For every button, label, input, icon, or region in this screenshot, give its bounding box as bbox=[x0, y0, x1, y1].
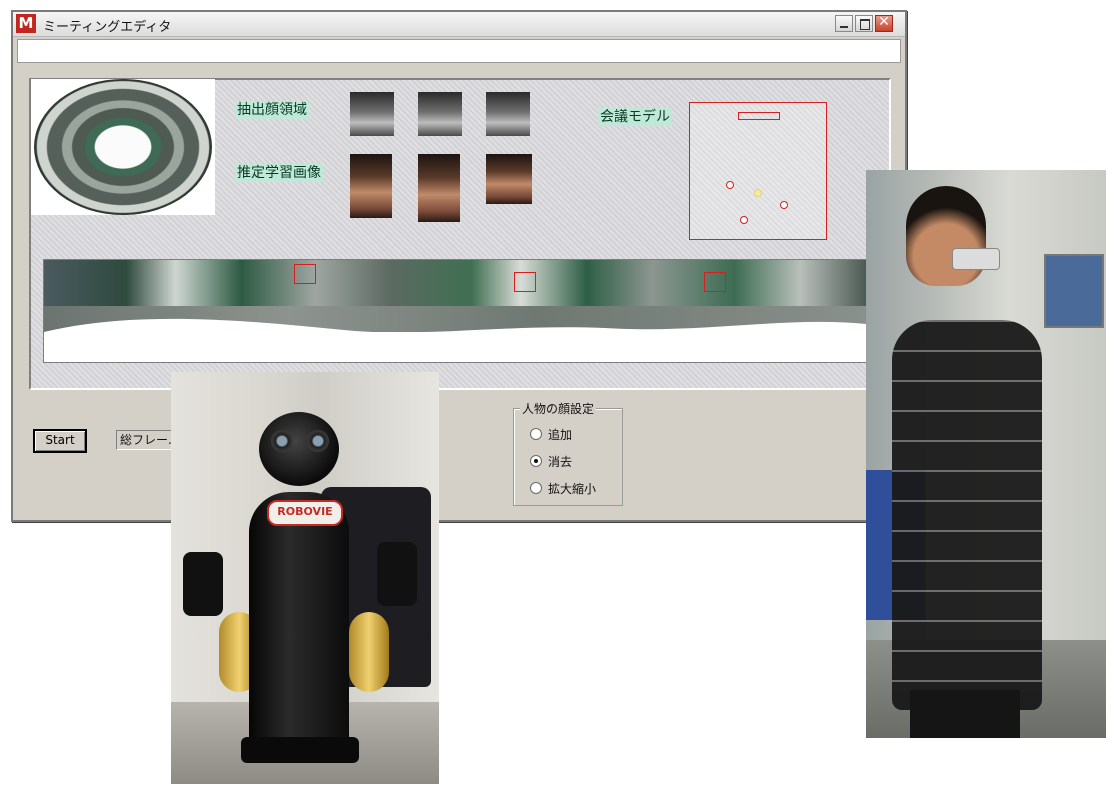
maximize-icon bbox=[860, 19, 870, 30]
radio-delete-circle[interactable] bbox=[530, 455, 542, 467]
training-face-2[interactable] bbox=[418, 154, 460, 222]
robot-badge: ROBOVIE bbox=[267, 500, 343, 526]
robot-eye-left bbox=[271, 430, 293, 452]
radio-delete[interactable]: 消去 bbox=[530, 453, 572, 471]
start-button[interactable]: Start bbox=[33, 429, 87, 453]
robot-eye-right bbox=[307, 430, 329, 452]
extracted-face-3[interactable] bbox=[486, 92, 530, 136]
person-body bbox=[892, 320, 1042, 710]
panorama-edge bbox=[44, 318, 866, 340]
model-person-2[interactable] bbox=[754, 189, 762, 197]
close-button[interactable]: ✕ bbox=[875, 14, 893, 32]
omnidirectional-image bbox=[31, 79, 215, 215]
label-estimated-training: 推定学習画像 bbox=[235, 164, 323, 182]
panorama-face-box-2[interactable] bbox=[514, 272, 536, 292]
close-icon: ✕ bbox=[878, 14, 890, 30]
radio-add[interactable]: 追加 bbox=[530, 426, 572, 444]
label-extracted-face: 抽出顔領域 bbox=[235, 101, 309, 119]
head-mounted-camera bbox=[952, 248, 1000, 270]
panorama-view bbox=[43, 259, 867, 363]
meeting-model-canvas[interactable] bbox=[689, 102, 827, 240]
radio-add-label: 追加 bbox=[548, 428, 573, 442]
panorama-face-box-1[interactable] bbox=[294, 264, 316, 284]
radio-scale[interactable]: 拡大縮小 bbox=[530, 480, 596, 498]
robot-base bbox=[241, 737, 359, 763]
panorama-face-box-3[interactable] bbox=[704, 272, 726, 292]
model-person-4[interactable] bbox=[740, 216, 748, 224]
robot-body bbox=[249, 492, 349, 752]
training-face-1[interactable] bbox=[350, 154, 392, 218]
label-meeting-model: 会議モデル bbox=[598, 108, 672, 126]
model-person-3[interactable] bbox=[780, 201, 788, 209]
minimize-button[interactable] bbox=[835, 15, 853, 32]
face-settings-title: 人物の顔設定 bbox=[520, 400, 597, 417]
bulletin-board bbox=[1044, 254, 1104, 328]
model-person-1[interactable] bbox=[726, 181, 734, 189]
robot-arm-right-yellow bbox=[349, 612, 389, 692]
robot-head bbox=[259, 412, 339, 486]
omni-camera-view bbox=[34, 79, 212, 215]
extracted-face-1[interactable] bbox=[350, 92, 394, 136]
robot-arm-right bbox=[377, 542, 417, 606]
menu-bar bbox=[17, 39, 901, 63]
radio-delete-label: 消去 bbox=[548, 455, 573, 469]
robot-arm-left bbox=[183, 552, 223, 616]
person-legs bbox=[910, 690, 1020, 738]
meeting-editor-window: M ミーティングエディタ ✕ 抽出顔領域 推定学習画像 会議モデル Start … bbox=[11, 10, 907, 522]
robot-photo: ROBOVIE bbox=[171, 372, 439, 784]
minimize-icon bbox=[840, 26, 848, 28]
person-photo bbox=[866, 170, 1106, 738]
radio-add-circle[interactable] bbox=[530, 428, 542, 440]
training-face-3[interactable] bbox=[486, 154, 532, 204]
title-bar[interactable]: M ミーティングエディタ ✕ bbox=[13, 12, 905, 37]
face-settings-group: 人物の顔設定 追加 消去 拡大縮小 bbox=[513, 400, 623, 506]
radio-scale-label: 拡大縮小 bbox=[548, 482, 597, 496]
window-title: ミーティングエディタ bbox=[43, 20, 172, 35]
radio-scale-circle[interactable] bbox=[530, 482, 542, 494]
person-head bbox=[906, 186, 986, 286]
model-table bbox=[738, 112, 780, 120]
maximize-button[interactable] bbox=[855, 15, 873, 32]
extracted-face-2[interactable] bbox=[418, 92, 462, 136]
app-logo-icon: M bbox=[16, 14, 36, 33]
